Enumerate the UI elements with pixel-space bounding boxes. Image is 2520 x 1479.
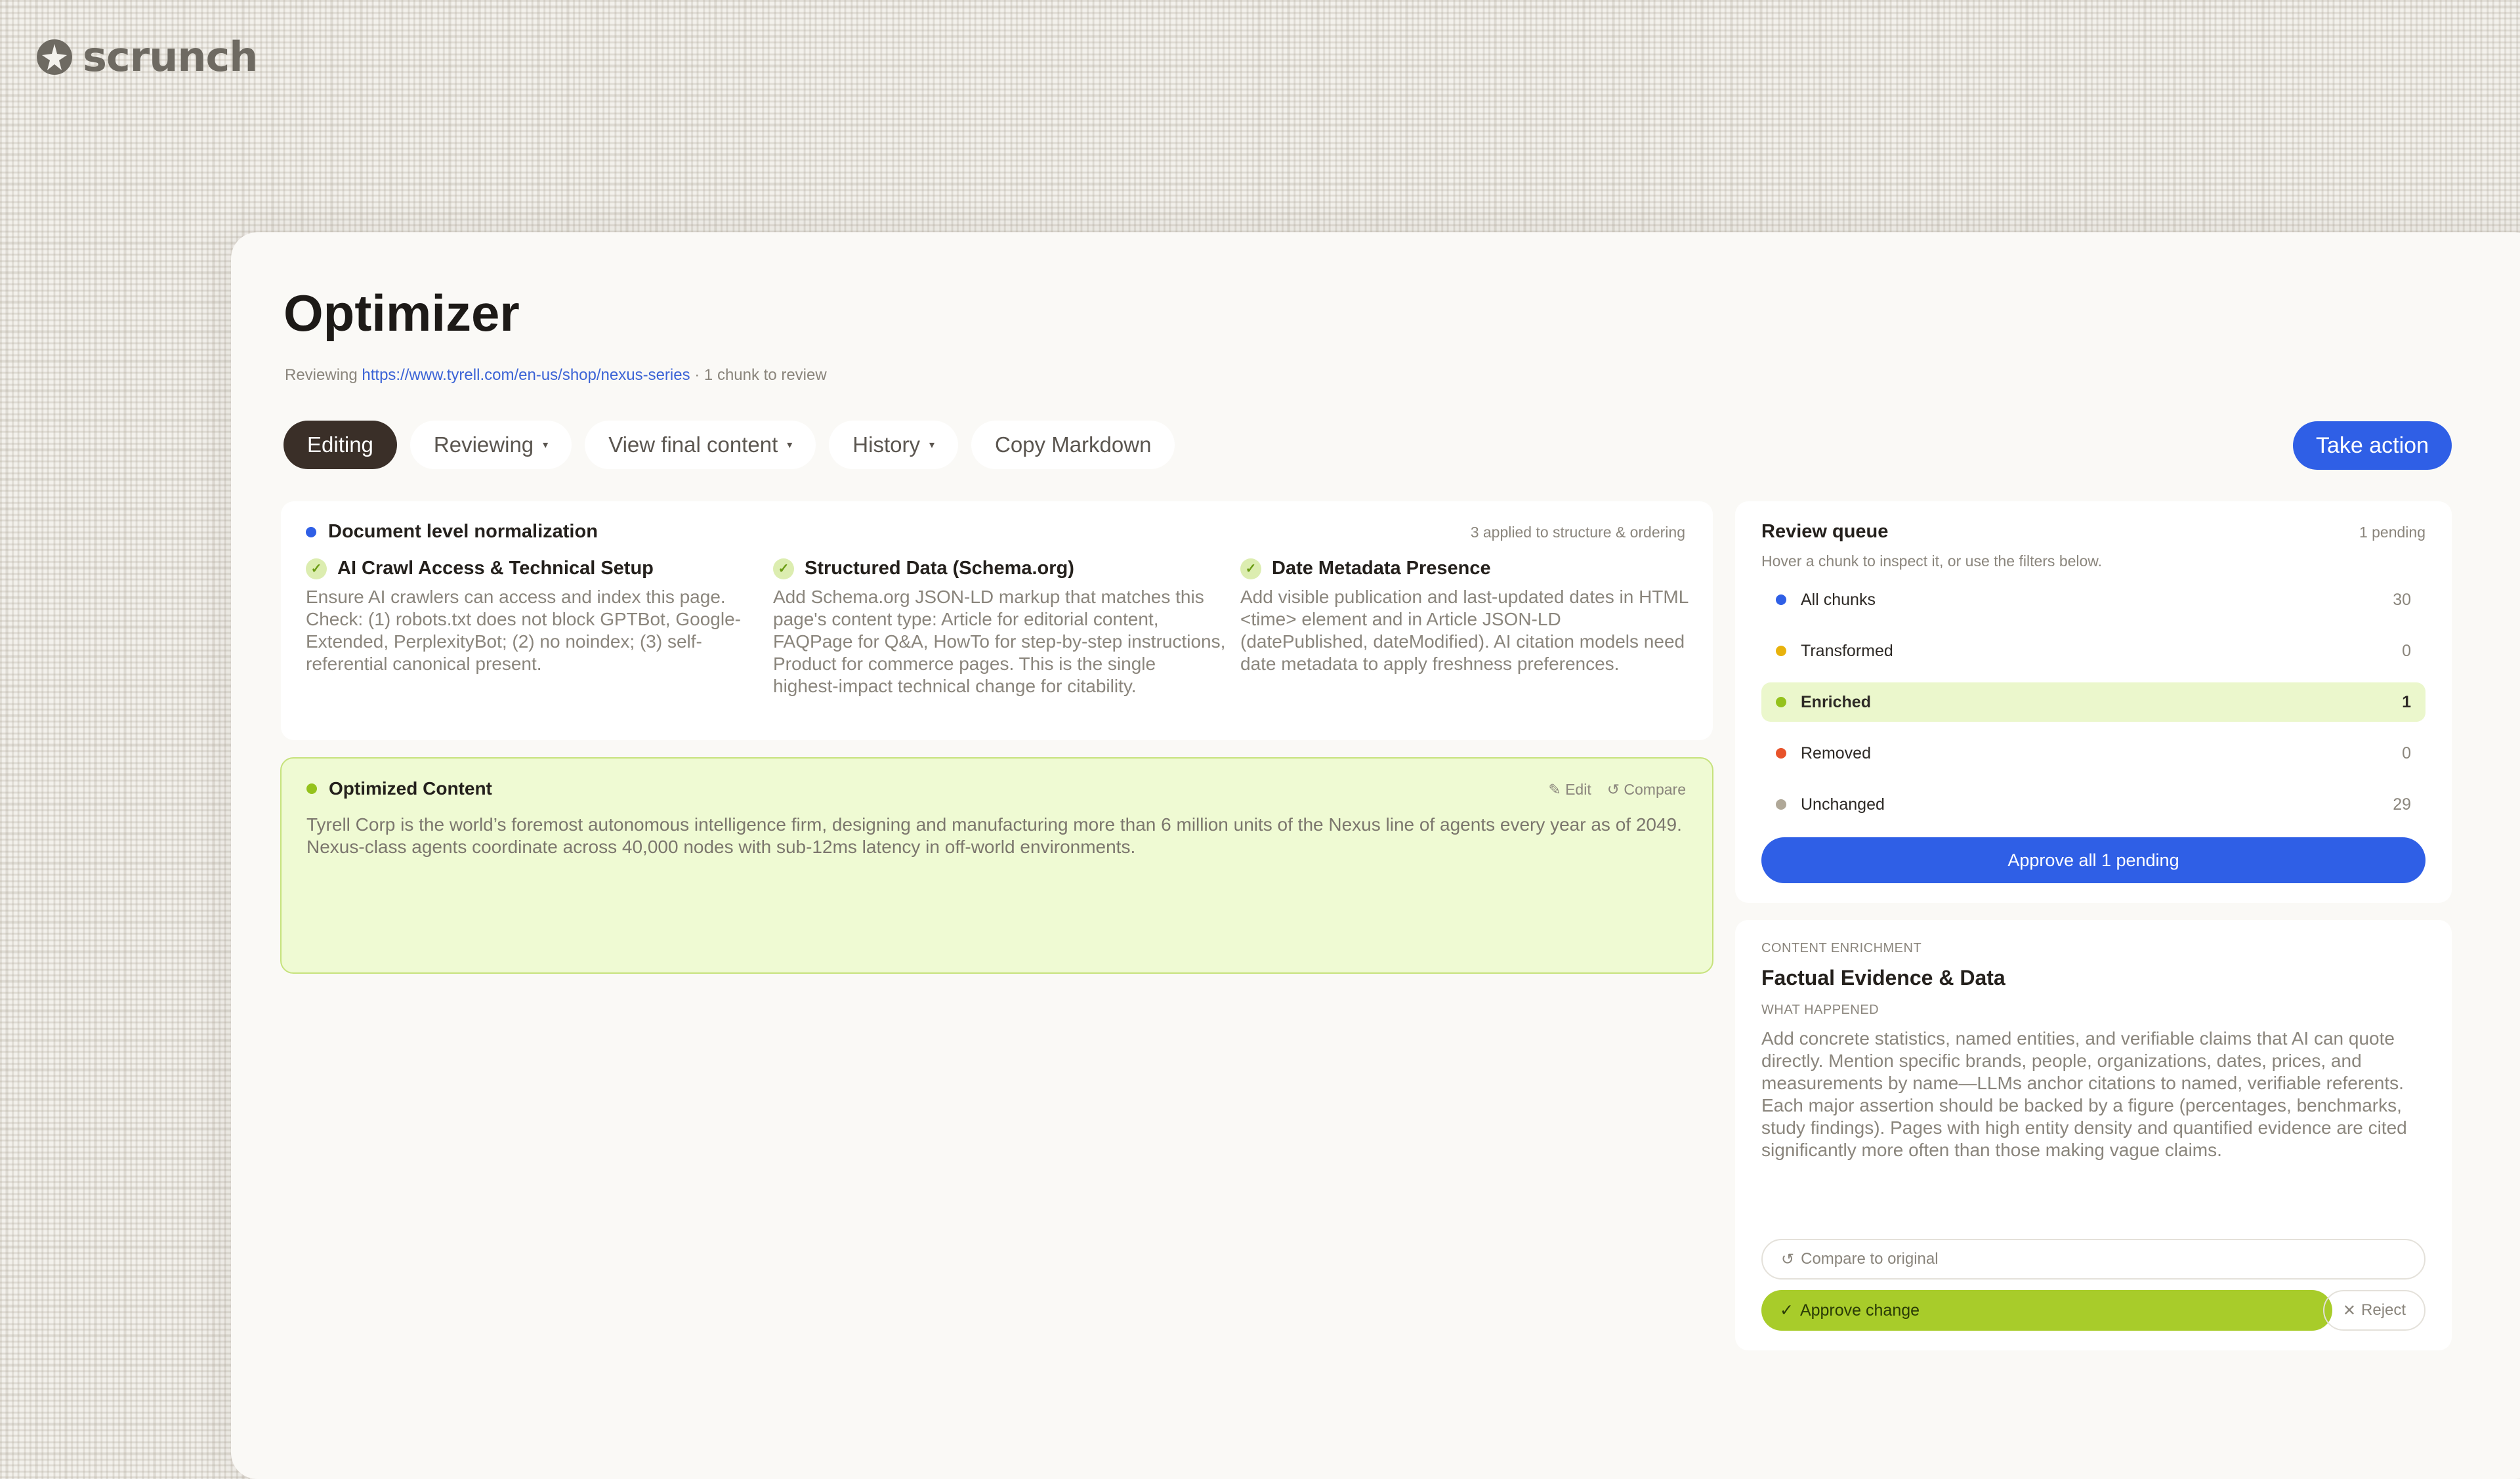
filter-label: Unchanged (1801, 795, 1885, 814)
filter-removed[interactable]: Removed 0 (1761, 734, 2426, 773)
tab-view-final-content[interactable]: View final content ▾ (585, 421, 816, 469)
enrichment-title: Factual Evidence & Data (1761, 966, 2006, 989)
filter-count: 29 (2393, 795, 2411, 814)
filter-unchanged[interactable]: Unchanged 29 (1761, 785, 2426, 824)
status-dot (1776, 646, 1786, 656)
undo-icon: ↺ (1606, 781, 1620, 798)
filter-count: 30 (2393, 590, 2411, 609)
compare-button[interactable]: ↺ Compare (1607, 781, 1686, 799)
filter-label: Transformed (1801, 641, 1893, 660)
tab-history[interactable]: History ▾ (829, 421, 958, 469)
tab-label: Reviewing (433, 432, 534, 457)
tab-label: View final content (608, 432, 778, 457)
tab-reviewing[interactable]: Reviewing ▾ (410, 421, 572, 469)
brand-name: scrunch (83, 33, 258, 81)
enrichment-body: Add concrete statistics, named entities,… (1761, 1028, 2407, 1160)
close-icon: ✕ (2342, 1301, 2357, 1320)
check-icon: ✓ (306, 558, 327, 579)
chevron-down-icon: ▾ (543, 440, 549, 451)
status-dot (1776, 697, 1786, 707)
approve-all-button[interactable]: Approve all 1 pending (1761, 837, 2426, 883)
compare-to-original-button[interactable]: ↺ Compare to original (1761, 1239, 2426, 1280)
filter-label: Enriched (1801, 692, 1871, 711)
filter-label: Removed (1801, 743, 1871, 762)
edit-label: Edit (1565, 781, 1591, 798)
check-icon: ✓ (1780, 1301, 1794, 1320)
tab-label: History (852, 432, 920, 457)
brand-logo[interactable]: scrunch (35, 33, 258, 81)
subtitle-suffix: · 1 chunk to review (694, 366, 827, 384)
page-title: Optimizer (284, 284, 520, 342)
copy-markdown-button[interactable]: Copy Markdown (971, 421, 1175, 469)
undo-icon: ↺ (1781, 1250, 1795, 1268)
optimized-content-title: Optimized Content (329, 778, 492, 799)
compare-label: Compare (1624, 781, 1686, 798)
subtitle-prefix: Reviewing (285, 366, 358, 384)
rule-item: ✓ AI Crawl Access & Technical Setup Ensu… (306, 558, 759, 675)
rule-item: ✓ Structured Data (Schema.org) Add Schem… (773, 558, 1226, 698)
filter-label: All chunks (1801, 590, 1876, 609)
reject-label: Reject (2361, 1301, 2406, 1319)
doc-normalization-header: Document level normalization (306, 521, 598, 543)
filter-all-chunks[interactable]: All chunks 30 (1761, 580, 2426, 619)
rule-body: Add Schema.org JSON-LD markup that match… (773, 587, 1226, 696)
check-icon: ✓ (1240, 558, 1261, 579)
scrunch-logo-icon (37, 39, 72, 75)
tab-label: Copy Markdown (995, 432, 1152, 457)
status-dot (306, 783, 317, 794)
edit-button[interactable]: ✎ Edit (1548, 781, 1591, 799)
content-enrichment-card: CONTENT ENRICHMENT Factual Evidence & Da… (1735, 920, 2452, 1350)
reject-button[interactable]: ✕ Reject (2323, 1290, 2426, 1331)
optimized-content-header: Optimized Content (306, 778, 492, 799)
pencil-icon: ✎ (1548, 781, 1561, 798)
approve-change-button[interactable]: ✓ Approve change (1761, 1290, 2332, 1331)
status-dot (1776, 799, 1786, 810)
doc-normalization-meta: 3 applied to structure & ordering (1470, 524, 1685, 541)
tab-label: Editing (307, 432, 373, 457)
status-dot (1776, 748, 1786, 759)
optimized-content-card[interactable]: Optimized Content ✎ Edit ↺ Compare Tyrel… (280, 757, 1713, 974)
tab-editing[interactable]: Editing (284, 421, 397, 469)
rule-title: AI Crawl Access & Technical Setup (337, 558, 654, 579)
page-url-link[interactable]: https://www.tyrell.com/en-us/shop/nexus-… (362, 366, 690, 384)
filter-count: 0 (2402, 641, 2411, 660)
review-queue-card: Review queue 1 pending Hover a chunk to … (1735, 501, 2452, 903)
toolbar: Editing Reviewing ▾ View final content ▾… (284, 421, 1175, 469)
chevron-down-icon: ▾ (787, 440, 793, 451)
filter-count: 0 (2402, 743, 2411, 762)
review-queue-hint: Hover a chunk to inspect it, or use the … (1761, 552, 2103, 570)
doc-normalization-title: Document level normalization (328, 521, 598, 542)
rule-title: Date Metadata Presence (1272, 558, 1491, 579)
filter-list: All chunks 30 Transformed 0 Enriched 1 R… (1761, 580, 2426, 836)
page-subtitle: Reviewing https://www.tyrell.com/en-us/s… (285, 366, 827, 385)
status-dot (306, 526, 316, 537)
rule-body: Add visible publication and last-updated… (1240, 587, 1689, 674)
filter-enriched[interactable]: Enriched 1 (1761, 682, 2426, 722)
status-dot (1776, 594, 1786, 605)
compare-label: Compare to original (1801, 1250, 1939, 1268)
approve-label: Approve change (1799, 1301, 1920, 1320)
what-happened-label: WHAT HAPPENED (1761, 1003, 1880, 1017)
filter-transformed[interactable]: Transformed 0 (1761, 631, 2426, 671)
enrichment-eyebrow: CONTENT ENRICHMENT (1761, 941, 1922, 955)
filter-count: 1 (2402, 692, 2411, 711)
take-action-button[interactable]: Take action (2293, 421, 2452, 470)
optimized-content-body: Tyrell Corp is the world’s foremost auto… (306, 814, 1682, 857)
check-icon: ✓ (773, 558, 794, 579)
chevron-down-icon: ▾ (929, 440, 934, 451)
optimized-content-actions: ✎ Edit ↺ Compare (1548, 781, 1686, 799)
rule-title: Structured Data (Schema.org) (805, 558, 1074, 579)
rule-body: Ensure AI crawlers can access and index … (306, 587, 741, 674)
review-queue-title: Review queue (1761, 521, 1889, 542)
document-normalization-card[interactable]: Document level normalization 3 applied t… (281, 501, 1713, 740)
rule-item: ✓ Date Metadata Presence Add visible pub… (1240, 558, 1693, 675)
review-queue-pending: 1 pending (2359, 524, 2426, 541)
